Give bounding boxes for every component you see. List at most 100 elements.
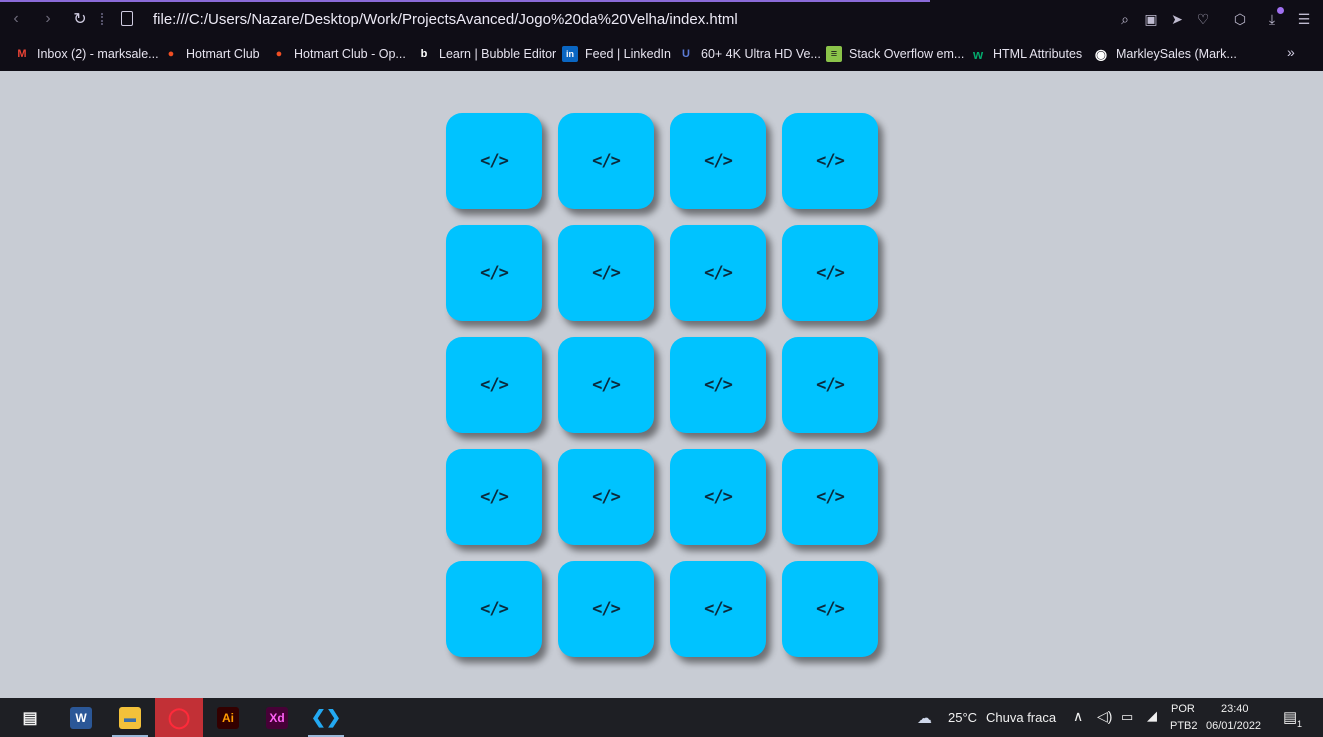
weather-cloud-icon: ☁: [917, 710, 932, 727]
code-icon: </>: [480, 263, 509, 283]
code-icon: </>: [816, 263, 845, 283]
vscode-app-button[interactable]: ❮❯: [302, 698, 350, 737]
board-cell[interactable]: </>: [782, 113, 878, 209]
illustrator-app-button[interactable]: Ai: [204, 698, 252, 737]
chevron-up-icon[interactable]: ∧: [1073, 708, 1083, 725]
board-cell[interactable]: </>: [670, 113, 766, 209]
bookmark-item[interactable]: b Learn | Bubble Editor: [416, 45, 557, 63]
game-board: </> </> </> </> </> </> </> </> </> </> </> </> </> <…: [446, 113, 878, 657]
code-icon: </>: [704, 263, 733, 283]
bookmark-label: Learn | Bubble Editor: [439, 47, 557, 61]
code-icon: </>: [592, 375, 621, 395]
task-view-icon: ▤: [22, 709, 38, 727]
bookmarks-overflow-icon[interactable]: »: [1287, 44, 1295, 60]
code-icon: </>: [480, 487, 509, 507]
board-cell[interactable]: </>: [446, 225, 542, 321]
bubble-icon: b: [420, 48, 428, 60]
board-cell[interactable]: </>: [446, 449, 542, 545]
weather-desc[interactable]: Chuva fraca: [986, 710, 1056, 725]
code-icon: </>: [592, 151, 621, 171]
board-cell[interactable]: </>: [446, 337, 542, 433]
code-icon: </>: [704, 375, 733, 395]
bookmark-item[interactable]: ● Hotmart Club: [163, 45, 260, 63]
bookmark-label: MarkleySales (Mark...: [1116, 47, 1237, 61]
back-button[interactable]: ‹: [6, 9, 26, 29]
download-badge: [1277, 7, 1284, 14]
send-icon[interactable]: ➤: [1168, 10, 1186, 28]
board-cell[interactable]: </>: [782, 225, 878, 321]
camera-icon[interactable]: ▣: [1142, 10, 1160, 28]
language-code[interactable]: POR: [1171, 703, 1195, 715]
board-cell[interactable]: </>: [782, 337, 878, 433]
bookmark-label: 60+ 4K Ultra HD Ve...: [701, 47, 821, 61]
xd-app-button[interactable]: Xd: [253, 698, 301, 737]
bookmark-item[interactable]: w HTML Attributes: [970, 45, 1082, 63]
site-icon: U: [682, 48, 690, 60]
notification-count: 1: [1297, 719, 1303, 729]
notification-icon[interactable]: ▤: [1283, 708, 1297, 726]
w3schools-icon: w: [972, 46, 984, 62]
code-icon: </>: [704, 487, 733, 507]
address-bar[interactable]: file:///C:/Users/Nazare/Desktop/Work/Pro…: [153, 11, 738, 28]
board-cell[interactable]: </>: [558, 561, 654, 657]
board-cell[interactable]: </>: [558, 225, 654, 321]
clock-time[interactable]: 23:40: [1221, 703, 1249, 715]
bookmark-label: HTML Attributes: [993, 47, 1083, 61]
reload-button[interactable]: ↻: [70, 9, 90, 29]
github-icon: ◉: [1094, 45, 1108, 62]
code-icon: </>: [816, 487, 845, 507]
task-view-button[interactable]: ▤: [6, 698, 54, 737]
adobe-xd-icon: Xd: [266, 706, 288, 729]
bookmark-label: Hotmart Club: [186, 47, 260, 61]
board-cell[interactable]: </>: [558, 449, 654, 545]
board-cell[interactable]: </>: [446, 113, 542, 209]
board-cell[interactable]: </>: [782, 449, 878, 545]
forward-button[interactable]: ›: [38, 9, 58, 29]
keyboard-layout[interactable]: PTB2: [1170, 720, 1198, 732]
hotmart-icon: ●: [167, 48, 175, 60]
board-cell[interactable]: </>: [446, 561, 542, 657]
opera-icon: ◯: [167, 707, 191, 729]
page-icon: [121, 11, 133, 26]
search-icon[interactable]: ⌕: [1116, 10, 1134, 28]
board-cell[interactable]: </>: [558, 113, 654, 209]
battery-icon[interactable]: ▭: [1121, 709, 1133, 725]
stackoverflow-icon: ≡: [826, 46, 842, 62]
file-explorer-button[interactable]: ▬: [106, 698, 154, 737]
code-icon: </>: [480, 599, 509, 619]
volume-icon[interactable]: ◁): [1097, 708, 1112, 725]
bookmark-label: Feed | LinkedIn: [585, 47, 671, 61]
windows-taskbar: ▤ W ▬ ◯ Ai Xd ❮❯ ☁ 25°C Chuva fraca ∧ ◁)…: [0, 698, 1323, 737]
bookmark-item[interactable]: M Inbox (2) - marksale...: [14, 45, 159, 63]
board-cell[interactable]: </>: [670, 449, 766, 545]
bookmark-label: Stack Overflow em...: [849, 47, 965, 61]
clock-date[interactable]: 06/01/2022: [1206, 720, 1261, 732]
wifi-icon[interactable]: ◢: [1147, 708, 1157, 724]
board-cell[interactable]: </>: [782, 561, 878, 657]
opera-app-button[interactable]: ◯: [155, 698, 203, 737]
bookmark-item[interactable]: ● Hotmart Club - Op...: [271, 45, 406, 63]
bookmark-item[interactable]: U 60+ 4K Ultra HD Ve...: [678, 45, 821, 63]
bookmark-label: Hotmart Club - Op...: [294, 47, 406, 61]
board-cell[interactable]: </>: [670, 337, 766, 433]
board-cell[interactable]: </>: [558, 337, 654, 433]
weather-temp[interactable]: 25°C: [948, 710, 977, 725]
browser-toolbar: ‹ › ↻ file:///C:/Users/Nazare/Desktop/Wo…: [0, 0, 1323, 38]
board-cell[interactable]: </>: [670, 561, 766, 657]
tab-accent-line: [0, 0, 930, 2]
bookmark-item[interactable]: ≡ Stack Overflow em...: [826, 45, 964, 63]
cube-icon[interactable]: ⬡: [1231, 10, 1249, 28]
easy-setup-icon[interactable]: ☰: [1295, 10, 1313, 28]
code-icon: </>: [704, 151, 733, 171]
code-icon: </>: [592, 487, 621, 507]
hotmart-icon: ●: [275, 48, 283, 60]
vscode-icon: ❮❯: [310, 707, 342, 727]
code-icon: </>: [816, 375, 845, 395]
heart-icon[interactable]: ♡: [1194, 10, 1212, 28]
board-cell[interactable]: </>: [670, 225, 766, 321]
bookmark-label: Inbox (2) - marksale...: [37, 47, 159, 61]
bookmark-item[interactable]: ◉ MarkleySales (Mark...: [1093, 45, 1237, 63]
code-icon: </>: [816, 151, 845, 171]
word-app-button[interactable]: W: [57, 698, 105, 737]
bookmark-item[interactable]: in Feed | LinkedIn: [562, 45, 671, 63]
